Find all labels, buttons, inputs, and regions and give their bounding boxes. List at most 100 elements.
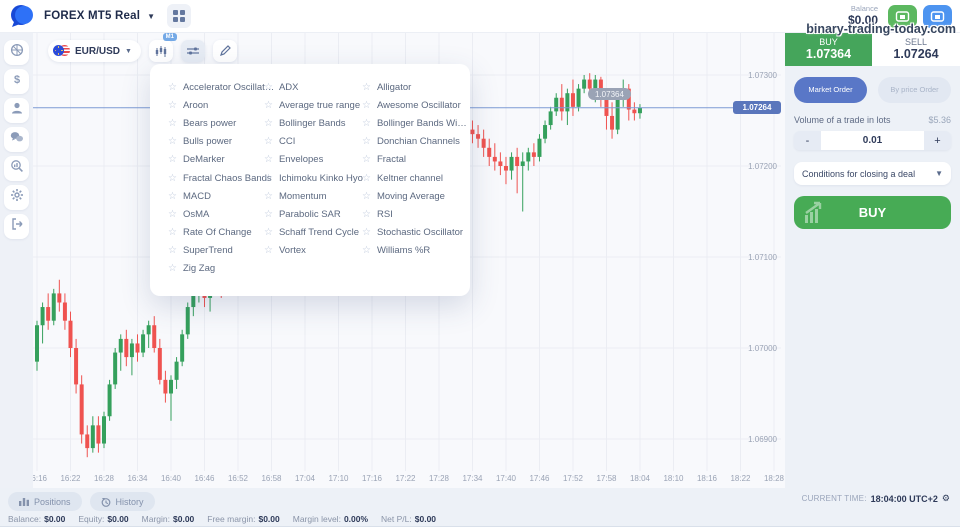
- indicator-item[interactable]: ☆Moving Average: [362, 187, 467, 205]
- sidebar-button-logout[interactable]: [4, 214, 29, 239]
- indicator-item[interactable]: ☆OsMA: [168, 205, 274, 223]
- indicator-item[interactable]: ☆Average true range: [264, 96, 363, 114]
- time-axis-label: 18:22: [730, 474, 751, 483]
- indicator-item[interactable]: ☆Zig Zag: [168, 260, 274, 278]
- favorite-star-icon[interactable]: ☆: [362, 118, 371, 129]
- favorite-star-icon[interactable]: ☆: [264, 209, 273, 220]
- indicator-item[interactable]: ☆Envelopes: [264, 151, 363, 169]
- favorite-star-icon[interactable]: ☆: [264, 154, 273, 165]
- favorite-star-icon[interactable]: ☆: [264, 227, 273, 238]
- candle-body: [35, 325, 39, 361]
- sell-price-button[interactable]: SELL 1.07264: [872, 33, 960, 66]
- indicator-item[interactable]: ☆CCI: [264, 133, 363, 151]
- favorite-star-icon[interactable]: ☆: [168, 136, 177, 147]
- apps-grid-button[interactable]: [167, 4, 191, 28]
- indicator-item[interactable]: ☆Ichimoku Kinko Hyo: [264, 169, 363, 187]
- by-price-order-tab[interactable]: By price Order: [878, 77, 951, 103]
- symbol-selector[interactable]: EUR/USD ▼: [48, 40, 141, 62]
- candle-body: [482, 139, 486, 148]
- indicator-item[interactable]: ☆Bollinger Bands Wi…: [362, 114, 467, 132]
- account-caret-icon[interactable]: ▼: [147, 12, 155, 21]
- time-axis-label: 17:22: [395, 474, 416, 483]
- indicator-item[interactable]: ☆Awesome Oscillator: [362, 96, 467, 114]
- favorite-star-icon[interactable]: ☆: [168, 100, 177, 111]
- indicator-item[interactable]: ☆ SuperTrend: [168, 242, 274, 260]
- favorite-star-icon[interactable]: ☆: [362, 245, 371, 256]
- favorite-star-icon[interactable]: ☆: [362, 173, 371, 184]
- indicator-item[interactable]: ☆Fractal Chaos Bands: [168, 169, 274, 187]
- symbol-label: EUR/USD: [75, 46, 120, 57]
- volume-input[interactable]: 0.01: [821, 131, 924, 150]
- indicator-item[interactable]: ☆Bulls power: [168, 133, 274, 151]
- indicator-item[interactable]: ☆Vortex: [264, 242, 363, 260]
- favorite-star-icon[interactable]: ☆: [362, 82, 371, 93]
- favorite-star-icon[interactable]: ☆: [264, 173, 273, 184]
- candle-body: [577, 89, 581, 107]
- chart-type-button[interactable]: M1: [149, 40, 173, 62]
- indicator-item[interactable]: ☆ADX: [264, 78, 363, 96]
- indicator-item[interactable]: ☆Stochastic Oscillator: [362, 224, 467, 242]
- favorite-star-icon[interactable]: ☆: [168, 245, 177, 256]
- favorite-star-icon[interactable]: ☆: [264, 82, 273, 93]
- tab-positions[interactable]: Positions: [8, 492, 82, 511]
- price-axis-label: 1.07200: [748, 162, 777, 171]
- favorite-star-icon[interactable]: ☆: [168, 191, 177, 202]
- indicator-item[interactable]: ☆DeMarker: [168, 151, 274, 169]
- indicator-item[interactable]: ☆Accelerator Oscillat…: [168, 78, 274, 96]
- indicator-item[interactable]: ☆Bears power: [168, 114, 274, 132]
- indicator-item[interactable]: ☆Keltner channel: [362, 169, 467, 187]
- indicator-item[interactable]: ☆RSI: [362, 205, 467, 223]
- indicator-label: SuperTrend: [183, 245, 233, 256]
- indicator-item[interactable]: ☆Fractal: [362, 151, 467, 169]
- sidebar-button-promotions[interactable]: [4, 40, 29, 65]
- favorite-star-icon[interactable]: ☆: [168, 227, 177, 238]
- candle-body: [41, 307, 45, 325]
- sidebar-button-finance[interactable]: $: [4, 69, 29, 94]
- favorite-star-icon[interactable]: ☆: [362, 100, 371, 111]
- indicator-item[interactable]: ☆Williams %R: [362, 242, 467, 260]
- volume-increase-button[interactable]: +: [924, 131, 951, 150]
- indicator-item[interactable]: ☆Aroon: [168, 96, 274, 114]
- favorite-star-icon[interactable]: ☆: [168, 154, 177, 165]
- indicator-item[interactable]: ☆MACD: [168, 187, 274, 205]
- favorite-star-icon[interactable]: ☆: [362, 136, 371, 147]
- favorite-star-icon[interactable]: ☆: [264, 136, 273, 147]
- indicator-item[interactable]: ☆Momentum: [264, 187, 363, 205]
- time-settings-gear-icon[interactable]: ⚙: [942, 493, 950, 504]
- indicator-label: Fractal Chaos Bands: [183, 173, 272, 184]
- indicator-item[interactable]: ☆Donchian Channels: [362, 133, 467, 151]
- favorite-star-icon[interactable]: ☆: [264, 118, 273, 129]
- favorite-star-icon[interactable]: ☆: [264, 100, 273, 111]
- favorite-star-icon[interactable]: ☆: [168, 173, 177, 184]
- favorite-star-icon[interactable]: ☆: [362, 227, 371, 238]
- sidebar-button-settings[interactable]: [4, 185, 29, 210]
- sidebar-button-analysis[interactable]: [4, 156, 29, 181]
- indicator-item[interactable]: ☆Schaff Trend Cycle: [264, 224, 363, 242]
- closing-conditions-select[interactable]: Conditions for closing a deal ▼: [794, 162, 951, 185]
- indicator-item[interactable]: ☆Rate Of Change: [168, 224, 274, 242]
- market-order-tab[interactable]: Market Order: [794, 77, 867, 103]
- favorite-star-icon[interactable]: ☆: [362, 191, 371, 202]
- sidebar-button-profile[interactable]: [4, 98, 29, 123]
- favorite-star-icon[interactable]: ☆: [264, 191, 273, 202]
- account-selector-title[interactable]: FOREX MT5 Real: [44, 10, 140, 22]
- indicator-item[interactable]: ☆Bollinger Bands: [264, 114, 363, 132]
- favorite-star-icon[interactable]: ☆: [264, 245, 273, 256]
- favorite-star-icon[interactable]: ☆: [168, 209, 177, 220]
- indicators-button[interactable]: [181, 40, 205, 62]
- favorite-star-icon[interactable]: ☆: [362, 154, 371, 165]
- volume-decrease-button[interactable]: -: [794, 131, 821, 150]
- favorite-star-icon[interactable]: ☆: [168, 82, 177, 93]
- indicator-item[interactable]: ☆Parabolic SAR: [264, 205, 363, 223]
- buy-submit-button[interactable]: BUY: [794, 196, 951, 229]
- favorite-star-icon[interactable]: ☆: [362, 209, 371, 220]
- drawing-tools-button[interactable]: [213, 40, 237, 62]
- account-stat: Equity:$0.00: [78, 514, 128, 524]
- buy-price-button[interactable]: BUY 1.07364: [785, 33, 872, 66]
- favorite-star-icon[interactable]: ☆: [168, 263, 177, 274]
- favorite-star-icon[interactable]: ☆: [168, 118, 177, 129]
- indicator-item[interactable]: ☆Alligator: [362, 78, 467, 96]
- tab-history[interactable]: History: [90, 492, 155, 511]
- left-sidebar: $: [0, 33, 33, 488]
- sidebar-button-chat[interactable]: [4, 127, 29, 152]
